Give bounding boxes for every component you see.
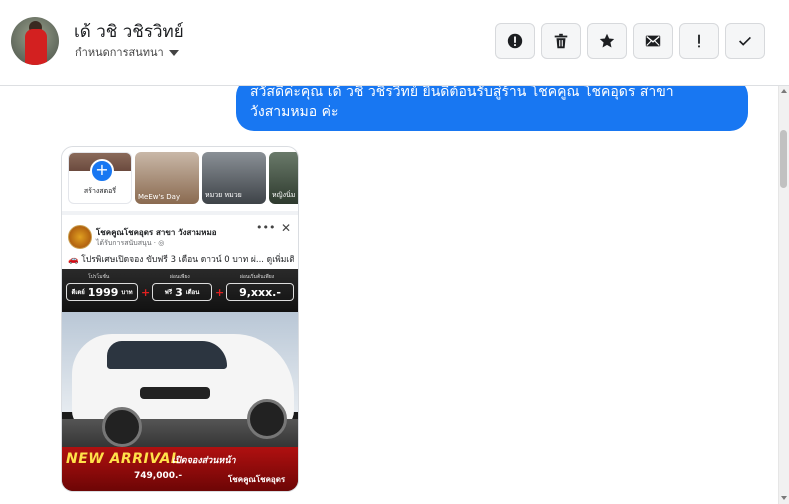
scrollbar-thumb[interactable] (780, 130, 787, 188)
report-button[interactable] (495, 23, 535, 59)
promo-caption: ผ่อนเพียง (170, 274, 190, 280)
promo-prefix: ดีเดย์ (71, 289, 85, 296)
message-thread[interactable]: สวัสดีค่ะคุณ เด้ วชิ วชิรวิทย์ ยินดีต้อน… (0, 86, 778, 504)
more-options-icon[interactable]: ••• (256, 221, 275, 234)
page-logo[interactable] (68, 225, 92, 249)
promo-caption: ผ่อนเริ่มต้นเพียง (240, 274, 275, 280)
follow-up-button[interactable] (679, 23, 719, 59)
conversation-label-text: กำหนดการสนทนา (75, 46, 164, 59)
exclamation-icon (698, 34, 700, 48)
close-icon[interactable]: ✕ (281, 221, 291, 235)
mark-unread-button[interactable] (633, 23, 673, 59)
create-story-card[interactable]: + สร้างสตอรี่ (68, 152, 132, 204)
ad-price: 749,000.- (134, 471, 183, 481)
header-actions (495, 23, 765, 59)
avatar-figure (25, 29, 47, 65)
mark-done-button[interactable] (725, 23, 765, 59)
car-window (107, 341, 227, 369)
outgoing-message-bubble[interactable]: สวัสดีค่ะคุณ เด้ วชิ วชิรวิทย์ ยินดีต้อน… (236, 86, 748, 131)
stories-strip: + สร้างสตอรี่ MeEw's Day หมวย หมวย หญิงน… (62, 147, 298, 211)
story-card[interactable]: หญิงนิ่ม ค (269, 152, 298, 204)
delete-button[interactable] (541, 23, 581, 59)
plus-icon: + (90, 159, 114, 183)
trash-icon (554, 33, 568, 49)
ad-headline: NEW ARRIVAL (66, 451, 181, 467)
shared-post-attachment[interactable]: + สร้างสตอรี่ MeEw's Day หมวย หมวย หญิงน… (61, 146, 299, 492)
promo-unit: เดือน (185, 289, 200, 296)
ad-brand: โชคคูณโชคอุดร (228, 475, 286, 484)
contact-name[interactable]: เด้ วชิ วชิรวิทย์ (74, 18, 184, 45)
promo-caption: โปรโมชั่น (88, 274, 110, 280)
car-wheel (102, 407, 142, 447)
star-button[interactable] (587, 23, 627, 59)
plus-sign: + (141, 286, 151, 299)
sponsored-label: ได้รับการสนับสนุน · ◎ (96, 239, 165, 247)
promo-unit: บาท (121, 289, 133, 296)
promo-value: 1999 (87, 285, 119, 299)
promo-band: โปรโมชั่น ดีเดย์ 1999 บาท + ผ่อนเพียง ฟร… (62, 269, 298, 312)
promo-box-free-months: ฟรี 3 เดือน (152, 283, 212, 301)
scroll-down-icon[interactable] (781, 496, 787, 500)
promo-value: 3 (175, 285, 183, 299)
star-icon (599, 33, 615, 48)
story-card[interactable]: หมวย หมวย (202, 152, 266, 204)
conversation-header: เด้ วชิ วชิรวิทย์ กำหนดการสนทนา (0, 0, 789, 86)
story-card[interactable]: MeEw's Day (135, 152, 199, 204)
envelope-icon (645, 35, 661, 47)
story-label: MeEw's Day (138, 193, 181, 201)
post-text: 🚗 โปรพิเศษเปิดจอง ขับฟรี 3 เดือน ดาวน์ 0… (68, 255, 294, 265)
create-story-label: สร้างสตอรี่ (83, 187, 117, 195)
sponsored-post[interactable]: โชคคูณโชคอุดร สาขา วังสามหมอ ได้รับการสน… (62, 215, 298, 491)
plus-sign: + (215, 286, 225, 299)
check-icon (739, 36, 751, 46)
thread-scrollbar[interactable] (778, 86, 789, 504)
conversation-label-dropdown[interactable]: กำหนดการสนทนา (75, 43, 179, 61)
contact-avatar[interactable] (11, 17, 59, 65)
scroll-up-icon[interactable] (781, 89, 787, 93)
ad-subhead: เปิดจองส่วนหน้า (172, 456, 236, 466)
story-label: หญิงนิ่ม ค (272, 191, 298, 199)
promo-prefix: ฟรี (164, 289, 173, 296)
caret-down-icon (168, 49, 179, 56)
promo-value: 9,xxx.- (239, 285, 281, 299)
car-wheel (247, 399, 287, 439)
story-label: หมวย หมวย (205, 191, 242, 199)
ad-image[interactable]: โปรโมชั่น ดีเดย์ 1999 บาท + ผ่อนเพียง ฟร… (62, 269, 298, 491)
promo-box-installment: 9,xxx.- (226, 283, 294, 301)
car-grille (140, 387, 210, 399)
exclamation-circle-icon (507, 33, 523, 49)
promo-box-downpayment: ดีเดย์ 1999 บาท (66, 283, 138, 301)
